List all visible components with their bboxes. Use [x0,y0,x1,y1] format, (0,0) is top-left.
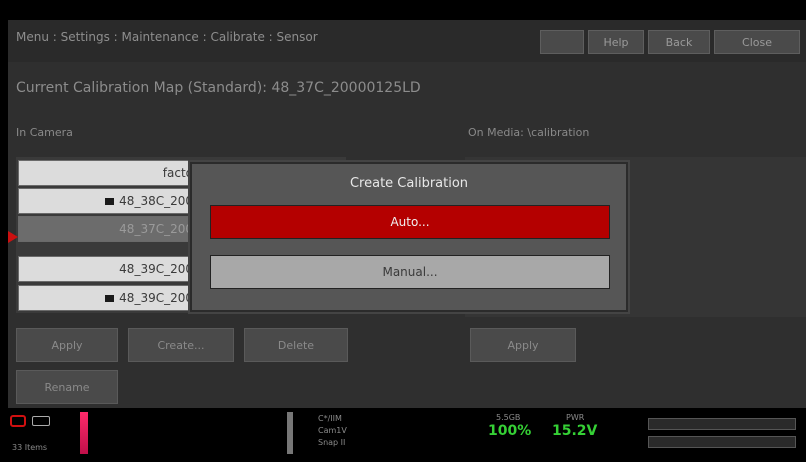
on-media-label: On Media: \calibration [468,126,590,139]
selection-arrow-icon [8,231,18,243]
create-button[interactable]: Create... [128,328,234,362]
storage-percent: 100% [488,423,532,439]
dialog-title: Create Calibration [349,176,469,191]
media-icon [32,416,50,426]
status-info-line: C*/IIM [318,414,342,423]
power-label: PWR [566,413,585,422]
histogram-meter [648,436,796,448]
histogram-meter [648,418,796,430]
auto-button[interactable]: Auto... [210,205,610,239]
delete-button[interactable]: Delete [244,328,348,362]
apply-button[interactable]: Apply [16,328,118,362]
blank-header-button[interactable] [540,30,584,54]
rename-button[interactable]: Rename [16,370,118,404]
calibration-map-value: 48_37C_20000125LD [271,80,421,96]
calibration-map-label: Current Calibration Map (Standard): [16,80,267,96]
in-camera-label: In Camera [16,126,73,139]
status-info-line: Cam1V [318,426,347,435]
breadcrumb: Menu : Settings : Maintenance : Calibrat… [16,30,318,44]
close-button[interactable]: Close [714,30,800,54]
status-divider [287,412,293,454]
manual-button[interactable]: Manual... [210,255,610,289]
media-apply-button[interactable]: Apply [470,328,576,362]
status-bar [8,408,806,462]
back-button[interactable]: Back [648,30,710,54]
power-voltage: 15.2V [552,423,598,439]
help-button[interactable]: Help [588,30,644,54]
storage-label: 5.5GB [496,413,521,422]
camera-card-icon [105,197,115,205]
record-icon [10,415,26,427]
audio-level-meter [80,412,88,454]
status-info-line: Snap II [318,438,346,447]
current-calibration-map: Current Calibration Map (Standard): 48_3… [16,80,421,96]
record-label: 33 Items [12,443,48,452]
camera-card-icon [105,294,115,302]
